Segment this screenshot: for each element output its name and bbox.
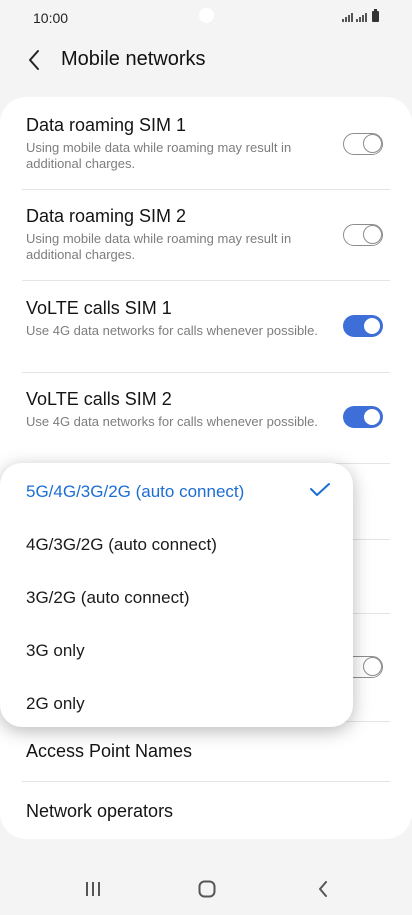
toggle-volte-sim2[interactable] (343, 406, 383, 428)
recent-apps-button[interactable] (78, 878, 108, 900)
chevron-left-icon (29, 50, 39, 70)
setting-title: VoLTE calls SIM 1 (26, 298, 172, 318)
divider (22, 372, 390, 373)
home-icon (198, 880, 216, 898)
navigation-bar (0, 860, 412, 915)
page-title: Mobile networks (61, 48, 206, 70)
setting-description: Using mobile data while roaming may resu… (26, 231, 292, 262)
divider (22, 280, 390, 281)
setting-description: Use 4G data networks for calls whenever … (26, 323, 318, 338)
back-nav-icon (319, 881, 327, 897)
camera-cutout (199, 8, 214, 23)
check-icon (310, 483, 330, 496)
network-mode-option-3g2g[interactable]: 3G/2G (auto connect) (26, 588, 189, 608)
header: Mobile networks (0, 36, 412, 86)
setting-description: Use 4G data networks for calls whenever … (26, 414, 318, 429)
setting-data-roaming-sim1[interactable]: Data roaming SIM 1 Using mobile data whi… (26, 115, 390, 172)
divider (22, 189, 390, 190)
signal-sim2-icon (356, 13, 367, 22)
signal-sim1-icon (342, 13, 353, 22)
back-nav-button[interactable] (308, 878, 338, 900)
network-mode-option-2g-only[interactable]: 2G only (26, 694, 85, 714)
setting-title: Data roaming SIM 1 (26, 115, 187, 135)
network-mode-option-5g[interactable]: 5G/4G/3G/2G (auto connect) (26, 482, 244, 502)
recent-apps-icon (86, 882, 100, 896)
status-time: 10:00 (33, 10, 69, 26)
toggle-volte-sim1[interactable] (343, 315, 383, 337)
network-mode-popup: 5G/4G/3G/2G (auto connect) 4G/3G/2G (aut… (0, 463, 353, 727)
toggle-data-roaming-sim1[interactable] (343, 133, 383, 155)
setting-data-roaming-sim2[interactable]: Data roaming SIM 2 Using mobile data whi… (26, 206, 390, 263)
status-bar: 10:00 (0, 0, 412, 36)
status-icons (342, 9, 379, 22)
setting-title: VoLTE calls SIM 2 (26, 389, 172, 409)
back-button[interactable] (18, 44, 50, 76)
divider (22, 781, 390, 782)
network-operators-link[interactable]: Network operators (26, 801, 173, 822)
home-button[interactable] (192, 878, 222, 900)
access-point-names-link[interactable]: Access Point Names (26, 741, 192, 762)
network-mode-option-3g-only[interactable]: 3G only (26, 641, 85, 661)
setting-title: Data roaming SIM 2 (26, 206, 187, 226)
setting-volte-sim2[interactable]: VoLTE calls SIM 2 Use 4G data networks f… (26, 389, 390, 430)
toggle-data-roaming-sim2[interactable] (343, 224, 383, 246)
battery-icon (372, 9, 379, 22)
network-mode-option-4g[interactable]: 4G/3G/2G (auto connect) (26, 535, 217, 555)
setting-description: Using mobile data while roaming may resu… (26, 140, 292, 171)
setting-volte-sim1[interactable]: VoLTE calls SIM 1 Use 4G data networks f… (26, 298, 390, 339)
